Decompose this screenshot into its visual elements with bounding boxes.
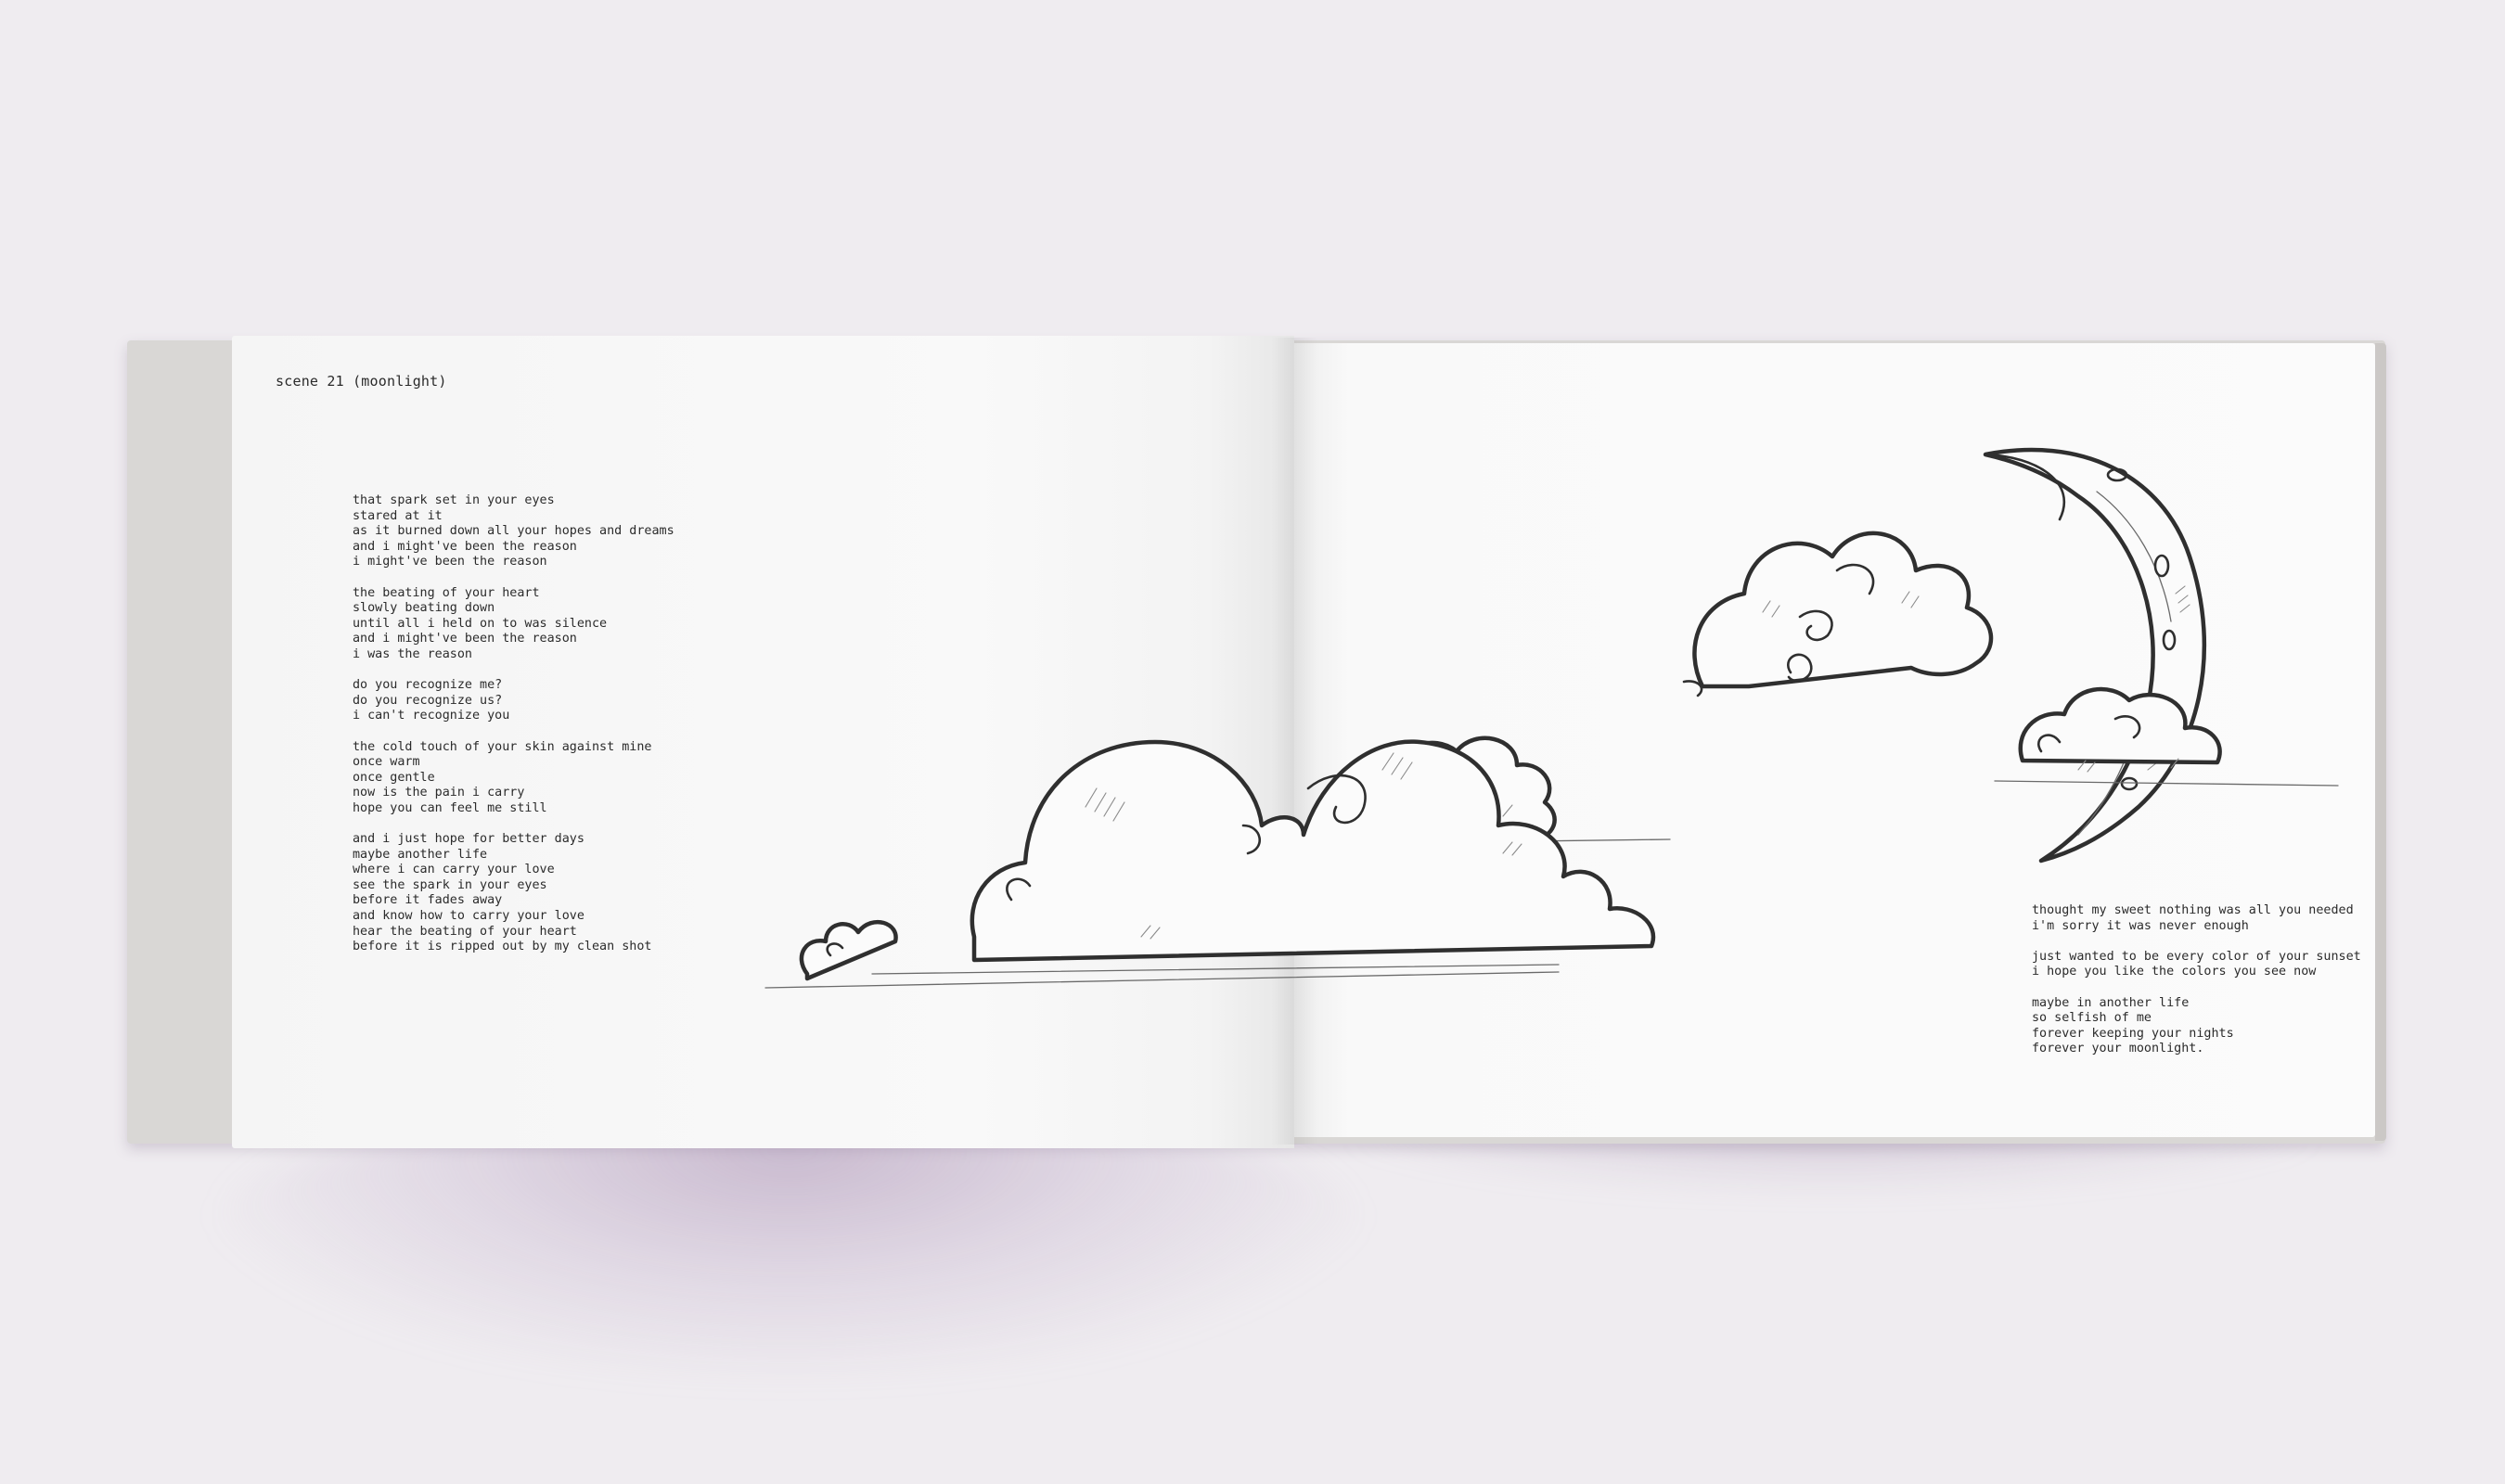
poem-stanza: that spark set in your eyes stared at it a… (353, 493, 674, 570)
poem-line: i might've been the reason (353, 555, 547, 569)
poem-line: and i might've been the reason (353, 632, 577, 646)
poem-line: as it burned down all your hopes and dre… (353, 524, 674, 539)
left-poem: that spark set in your eyes stared at it a… (353, 493, 674, 955)
poem-line: that spark set in your eyes (353, 493, 555, 507)
scene-title: scene 21 (moonlight) (276, 373, 447, 390)
poem-line: hope you can feel me still (353, 800, 547, 815)
poem-line: once gentle (353, 770, 435, 785)
poem-line: once warm (353, 755, 420, 770)
poem-line: hear the beating of your heart (353, 924, 577, 939)
clouds-moon-illustration (764, 447, 2339, 989)
book-cover-edge (2375, 343, 2386, 1141)
poem-line: stared at it (353, 508, 443, 523)
poem-line: forever your moonlight. (2032, 1042, 2204, 1056)
book-mockup: scene 21 (moonlight) that spark set in y… (0, 0, 2505, 1484)
poem-line: and i might've been the reason (353, 539, 577, 554)
crescent-moon-icon (1983, 447, 2206, 864)
poem-line: so selfish of me (2032, 1011, 2152, 1026)
poem-line: the cold touch of your skin against mine (353, 739, 652, 754)
poem-line: and i just hope for better days (353, 832, 584, 847)
poem-line: see the spark in your eyes (353, 877, 547, 892)
poem-line: now is the pain i carry (353, 786, 525, 800)
poem-line: where i can carry your love (353, 863, 555, 877)
poem-line: and know how to carry your love (353, 909, 584, 924)
poem-line: forever keeping your nights (2032, 1026, 2234, 1041)
poem-line: the beating of your heart (353, 585, 540, 600)
poem-stanza: the beating of your heart slowly beating … (353, 586, 674, 663)
poem-line: slowly beating down (353, 601, 495, 616)
poem-stanza: do you recognize me? do you recognize us?… (353, 678, 674, 724)
poem-line: i was the reason (353, 646, 472, 661)
cloud-icon (1682, 531, 1994, 697)
poem-line: until all i held on to was silence (353, 616, 608, 631)
poem-stanza: the cold touch of your skin against mine… (353, 740, 674, 817)
poem-stanza: and i just hope for better days maybe ano… (353, 832, 674, 955)
poem-line: do you recognize us? (353, 693, 503, 708)
poem-line: maybe another life (353, 847, 488, 862)
poem-line: before it is ripped out by my clean shot (353, 940, 652, 954)
poem-line: before it fades away (353, 893, 503, 908)
poem-line: i can't recognize you (353, 709, 510, 723)
poem-line: do you recognize me? (353, 678, 503, 693)
